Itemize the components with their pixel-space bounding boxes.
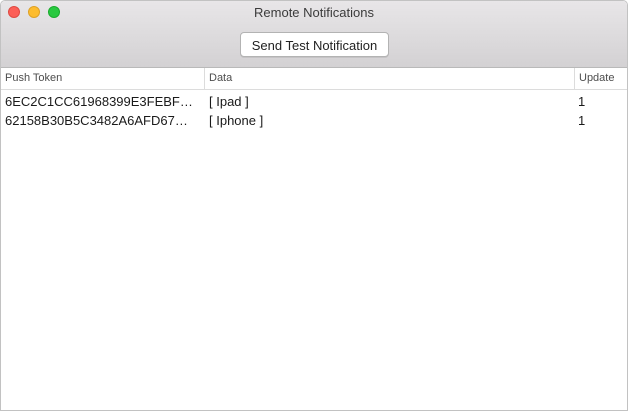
table-row[interactable]: 6EC2C1CC61968399E3FEBF… [ Ipad ] 1 <box>1 92 627 111</box>
app-window: Remote Notifications Send Test Notificat… <box>0 0 628 411</box>
push-token-cell: 62158B30B5C3482A6AFD67… <box>5 113 188 128</box>
send-test-notification-button[interactable]: Send Test Notification <box>240 32 389 57</box>
window-title: Remote Notifications <box>254 5 374 20</box>
table-header: Push Token Data Update <box>1 68 627 90</box>
notifications-table: Push Token Data Update 6EC2C1CC61968399E… <box>1 68 627 130</box>
data-cell: [ Ipad ] <box>209 94 249 109</box>
table-body: 6EC2C1CC61968399E3FEBF… [ Ipad ] 1 62158… <box>1 90 627 130</box>
update-cell: 1 <box>578 113 586 128</box>
column-header-data[interactable]: Data <box>204 68 574 89</box>
update-cell: 1 <box>578 94 586 109</box>
column-header-push-token[interactable]: Push Token <box>1 68 204 89</box>
data-cell: [ Iphone ] <box>209 113 264 128</box>
column-header-update[interactable]: Update <box>574 68 627 89</box>
push-token-cell: 6EC2C1CC61968399E3FEBF… <box>5 94 193 109</box>
title-bar: Remote Notifications Send Test Notificat… <box>1 1 627 68</box>
table-row[interactable]: 62158B30B5C3482A6AFD67… [ Iphone ] 1 <box>1 111 627 130</box>
